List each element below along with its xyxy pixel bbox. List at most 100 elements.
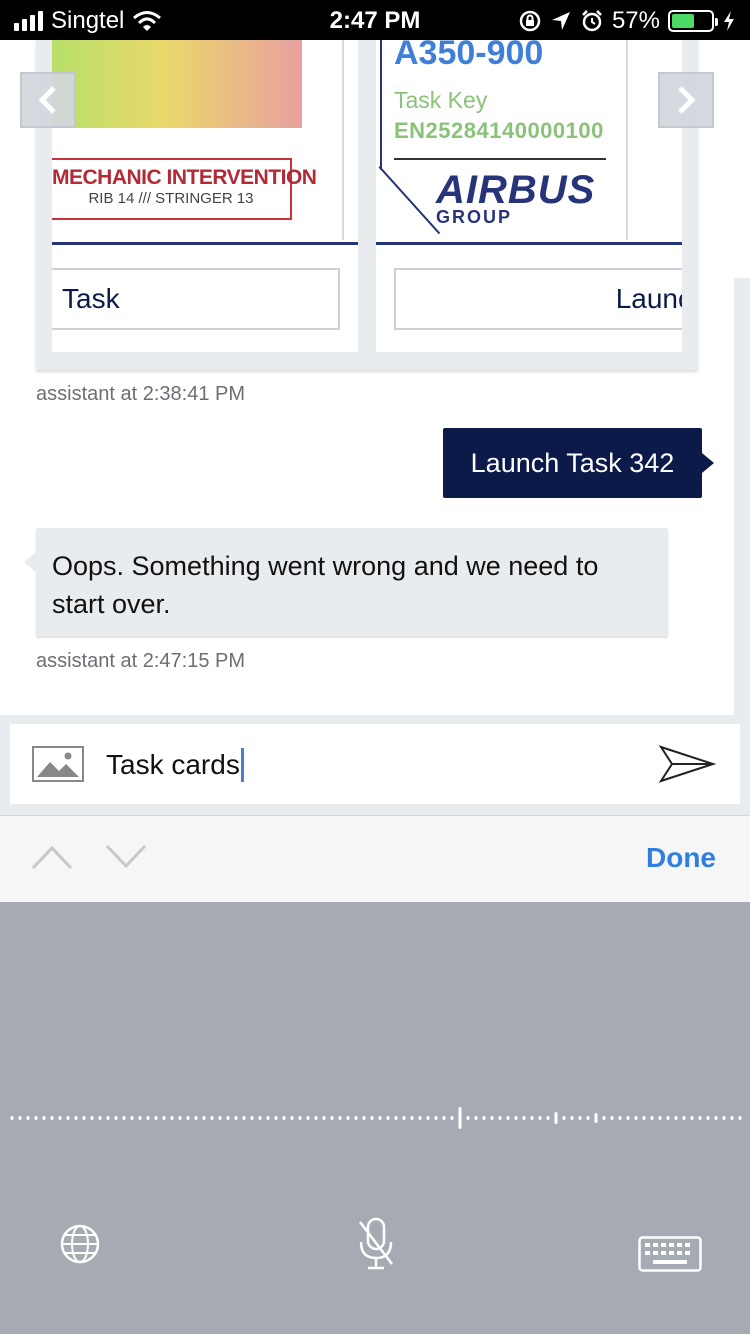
chevron-up-icon[interactable] <box>30 842 74 872</box>
chevron-right-icon <box>678 86 696 114</box>
keyboard-icon[interactable] <box>638 1236 702 1272</box>
waveform-bar <box>218 1116 222 1120</box>
waveform-bar <box>162 1116 166 1120</box>
text-cursor <box>240 748 244 782</box>
battery-level-fill <box>672 14 694 28</box>
task-card-image: A350-900 Task Key EN25284140000100 AIRBU… <box>376 40 682 245</box>
message-timestamp: assistant at 2:38:41 PM <box>36 383 246 405</box>
audio-waveform <box>10 1107 742 1129</box>
waveform-bar <box>498 1116 502 1120</box>
carousel-next-button[interactable] <box>658 72 714 128</box>
waveform-bar <box>618 1116 622 1120</box>
mechanic-intervention-label: MECHANIC INTERVENTION RIB 14 /// STRINGE… <box>52 158 317 220</box>
card-frame-diagonal <box>378 166 441 235</box>
globe-icon[interactable] <box>58 1222 102 1266</box>
task-card[interactable]: MECHANIC INTERVENTION RIB 14 /// STRINGE… <box>52 40 358 352</box>
waveform-bar <box>194 1116 198 1120</box>
waveform-bar <box>570 1116 574 1120</box>
waveform-bar <box>90 1116 94 1120</box>
waveform-bar <box>282 1116 286 1120</box>
message-input-box[interactable]: Task cards <box>10 724 740 804</box>
waveform-bar <box>50 1116 54 1120</box>
waveform-bar <box>610 1116 614 1120</box>
waveform-bar <box>602 1116 606 1120</box>
waveform-bar <box>18 1116 22 1120</box>
waveform-bar <box>258 1116 262 1120</box>
waveform-bar <box>338 1116 342 1120</box>
chat-transcript[interactable]: MECHANIC INTERVENTION RIB 14 /// STRINGE… <box>0 40 750 715</box>
waveform-bar <box>538 1116 542 1120</box>
waveform-bar <box>554 1112 558 1124</box>
chevron-left-icon <box>38 86 56 114</box>
waveform-bar <box>530 1116 534 1120</box>
waveform-bar <box>114 1116 118 1120</box>
waveform-bar <box>594 1113 598 1123</box>
waveform-bar <box>434 1116 438 1120</box>
waveform-bar <box>234 1116 238 1120</box>
waveform-bar <box>10 1116 14 1120</box>
card-divider <box>342 40 344 240</box>
waveform-bar <box>298 1116 302 1120</box>
waveform-bar <box>290 1116 294 1120</box>
chevron-down-icon[interactable] <box>104 842 148 872</box>
waveform-bar <box>26 1116 30 1120</box>
waveform-bar <box>730 1116 734 1120</box>
task-card[interactable]: A350-900 Task Key EN25284140000100 AIRBU… <box>376 40 682 352</box>
waveform-bar <box>66 1116 70 1120</box>
task-button[interactable]: Task <box>52 268 340 330</box>
task-key-label: Task Key <box>394 87 488 113</box>
waveform-bar <box>122 1116 126 1120</box>
waveform-bar <box>266 1116 270 1120</box>
dictation-panel <box>0 902 750 1334</box>
user-message-bubble: Launch Task 342 <box>443 428 714 498</box>
waveform-bar <box>106 1116 110 1120</box>
waveform-bar <box>394 1116 398 1120</box>
waveform-bar <box>402 1116 406 1120</box>
waveform-bar <box>98 1116 102 1120</box>
carousel-prev-button[interactable] <box>20 72 76 128</box>
waveform-bar <box>130 1116 134 1120</box>
composer-bar: Task cards <box>0 715 750 815</box>
waveform-bar <box>74 1116 78 1120</box>
waveform-bar <box>482 1116 486 1120</box>
task-card-image: MECHANIC INTERVENTION RIB 14 /// STRINGE… <box>52 40 358 245</box>
waveform-bar <box>82 1116 86 1120</box>
status-bar: Singtel 2:47 PM 57% <box>0 0 750 40</box>
card-frame-line <box>380 40 382 170</box>
waveform-bar <box>178 1116 182 1120</box>
waveform-bar <box>522 1116 526 1120</box>
waveform-bar <box>418 1116 422 1120</box>
launch-button[interactable]: Launc <box>394 268 682 330</box>
task-key-value: EN25284140000100 <box>394 118 604 143</box>
message-input[interactable]: Task cards <box>106 746 244 784</box>
waveform-bar <box>458 1107 462 1129</box>
waveform-bar <box>274 1116 278 1120</box>
waveform-bar <box>306 1116 310 1120</box>
waveform-bar <box>330 1116 334 1120</box>
waveform-bar <box>154 1116 158 1120</box>
keyboard-accessory-bar: Done <box>0 815 750 902</box>
waveform-bar <box>450 1116 454 1120</box>
card-divider <box>626 40 628 240</box>
waveform-bar <box>226 1116 230 1120</box>
waveform-bar <box>634 1116 638 1120</box>
waveform-bar <box>514 1116 518 1120</box>
waveform-bar <box>250 1116 254 1120</box>
send-icon[interactable] <box>658 742 716 786</box>
waveform-bar <box>386 1116 390 1120</box>
waveform-bar <box>186 1116 190 1120</box>
done-button[interactable]: Done <box>646 842 716 874</box>
task-card-carousel[interactable]: MECHANIC INTERVENTION RIB 14 /// STRINGE… <box>36 40 698 370</box>
waveform-bar <box>322 1116 326 1120</box>
waveform-bar <box>146 1116 150 1120</box>
assistant-message-bubble: Oops. Something went wrong and we need t… <box>24 528 668 636</box>
image-icon[interactable] <box>32 746 84 782</box>
waveform-bar <box>410 1116 414 1120</box>
waveform-bar <box>690 1116 694 1120</box>
scroll-rail <box>734 278 750 715</box>
charging-icon <box>724 11 734 31</box>
waveform-bar <box>698 1116 702 1120</box>
airbus-logo: AIRBUS GROUP <box>436 168 596 227</box>
microphone-icon[interactable] <box>356 1216 396 1272</box>
waveform-bar <box>242 1116 246 1120</box>
